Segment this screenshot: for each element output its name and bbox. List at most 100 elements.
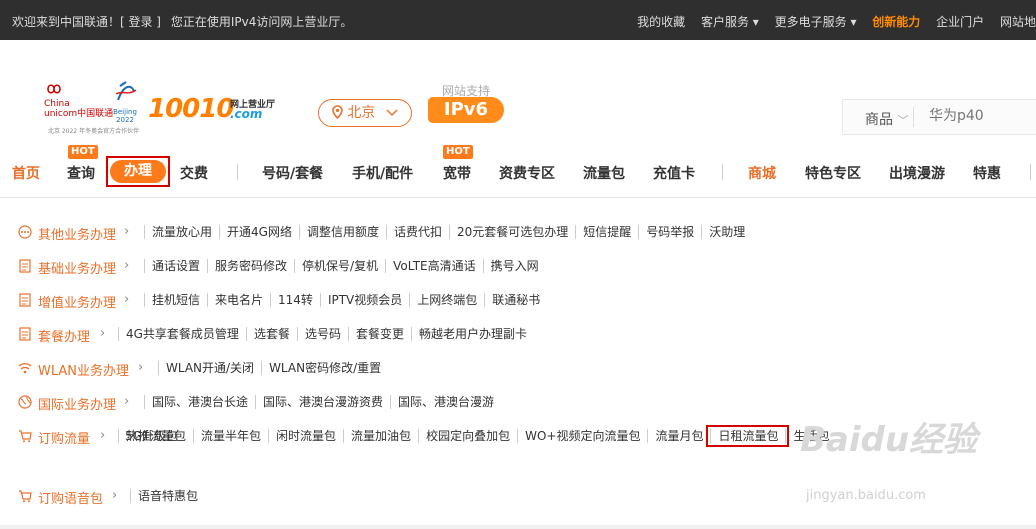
category-label[interactable]: 订购语音包 (38, 488, 103, 507)
category-links: 国际、港澳台长途 国际、港澳台漫游资费 国际、港澳台漫游 (144, 395, 501, 409)
service-link[interactable]: 流量半年包 (193, 429, 268, 443)
search-divider (913, 107, 914, 127)
service-link[interactable]: WO+视频定向流量包 (517, 429, 647, 443)
service-link[interactable]: 上网终端包 (409, 293, 484, 307)
service-link[interactable]: 调整信用额度 (298, 225, 386, 239)
chevron-right-icon: › (124, 224, 130, 239)
winter-olympics-icon (115, 81, 137, 101)
nav-item-mall[interactable]: 商城 (748, 163, 776, 183)
category-label[interactable]: WLAN业务办理 (38, 360, 129, 379)
nav-divider (0, 197, 1036, 198)
cart-icon (19, 430, 32, 443)
city-selector[interactable]: 北京 (318, 99, 412, 127)
service-link[interactable]: 套餐变更 (347, 327, 411, 341)
site-map-link[interactable]: 网站地 (1000, 15, 1036, 29)
top-bar-links: 我的收藏 客户服务 ▾ 更多电子服务 ▾ 创新能力 企业门户 网站地 (625, 13, 1036, 30)
search-input[interactable] (929, 106, 1029, 126)
category-links: WLAN开通/关闭 WLAN密码修改/重置 (158, 361, 388, 375)
category-label[interactable]: 套餐办理 (38, 326, 90, 345)
service-link[interactable]: 挂机短信 (144, 293, 207, 307)
nav-item-query[interactable]: 查询 (67, 163, 95, 183)
baidu-watermark-url: jingyan.baidu.com (806, 488, 926, 503)
service-link[interactable]: 联通秘书 (484, 293, 547, 307)
cart-icon (19, 490, 32, 503)
nav-item-recharge-card[interactable]: 充值卡 (653, 163, 695, 183)
service-link[interactable]: 通话设置 (144, 259, 207, 273)
innovation-link[interactable]: 创新能力 (872, 15, 920, 29)
logo-domain: .com (230, 107, 263, 121)
service-link[interactable]: 号码举报 (638, 225, 701, 239)
nav-item-phone-accessory[interactable]: 手机/配件 (352, 163, 413, 183)
nav-item-broadband[interactable]: 宽带 (443, 163, 471, 183)
category-label[interactable]: 其他业务办理 (38, 224, 116, 243)
service-link[interactable]: 5G升级包 (118, 429, 185, 443)
service-link[interactable]: WLAN密码修改/重置 (261, 361, 388, 375)
service-link[interactable]: VoLTE高清通话 (385, 259, 483, 273)
service-link[interactable]: 国际、港澳台漫游资费 (255, 395, 390, 409)
service-link[interactable]: 选套餐 (245, 327, 297, 341)
service-link[interactable]: 服务密码修改 (207, 259, 294, 273)
chevron-right-icon: › (100, 428, 106, 443)
nav-separator (1030, 164, 1031, 180)
category-links: 挂机短信 来电名片 114转 IPTV视频会员 上网终端包 联通秘书 (144, 293, 547, 307)
service-link[interactable]: 流量月包 (647, 429, 710, 443)
service-link[interactable]: WLAN开通/关闭 (158, 361, 261, 375)
chevron-right-icon: › (100, 326, 106, 341)
service-link[interactable]: 114转 (270, 293, 320, 307)
category-links: 流量放心用 开通4G网络 调整信用额度 话费代扣 20元套餐可选包办理 短信提醒 号码举报沃… (144, 225, 752, 239)
nav-item-deals[interactable]: 特惠 (973, 163, 1001, 183)
service-link[interactable]: 畅越老用户办理副卡 (410, 327, 534, 341)
nav-item-data-pack[interactable]: 流量包 (583, 163, 625, 183)
service-link[interactable]: 校园定向叠加包 (418, 429, 517, 443)
category-links: 4G共享套餐成员管理 选套餐 选号码 套餐变更 畅越老用户办理副卡 (118, 327, 534, 341)
service-link[interactable]: 国际、港澳台长途 (144, 395, 255, 409)
more-dots-icon (18, 225, 32, 239)
service-link[interactable]: 流量加油包 (343, 429, 418, 443)
service-link[interactable]: 20元套餐可选包办理 (448, 225, 575, 239)
service-link[interactable]: 短信提醒 (575, 225, 638, 239)
service-link[interactable]: 来电名片 (207, 293, 270, 307)
enterprise-portal-link[interactable]: 企业门户 (936, 15, 984, 29)
category-links-second-line: 5G升级包 (118, 429, 185, 443)
category-label[interactable]: 增值业务办理 (38, 292, 116, 311)
service-link[interactable]: 停机保号/复机 (294, 259, 385, 273)
service-link[interactable]: 语音特惠包 (130, 489, 205, 503)
baidu-watermark: Baidu经验 (800, 420, 978, 460)
service-link[interactable]: 闲时流量包 (268, 429, 343, 443)
service-link[interactable]: 携号入网 (482, 259, 546, 273)
nav-separator (237, 164, 238, 180)
service-link[interactable]: IPTV视频会员 (319, 293, 409, 307)
service-link[interactable]: 开通4G网络 (219, 225, 299, 239)
service-link[interactable]: 选号码 (296, 327, 348, 341)
service-link[interactable]: 沃助理 (701, 225, 752, 239)
nav-item-special-zone[interactable]: 特色专区 (805, 163, 861, 183)
service-link[interactable]: 国际、港澳台漫游 (390, 395, 501, 409)
ipv6-badge: IPv6 (428, 97, 504, 123)
favorites-link[interactable]: 我的收藏 (637, 15, 685, 29)
nav-item-number-plan[interactable]: 号码/套餐 (262, 163, 323, 183)
more-services-menu[interactable]: 更多电子服务 ▾ (775, 15, 857, 29)
chevron-down-icon (386, 109, 398, 117)
chevron-right-icon: › (112, 488, 118, 503)
category-label[interactable]: 订购流量 (38, 428, 90, 447)
service-link[interactable]: 话费代扣 (385, 225, 449, 239)
nav-item-tariff-zone[interactable]: 资费专区 (499, 163, 555, 183)
nav-item-home[interactable]: 首页 (12, 163, 40, 183)
nav-item-roaming[interactable]: 出境漫游 (889, 163, 945, 183)
service-link[interactable]: 流量放心用 (144, 225, 219, 239)
top-bar-left: 欢迎来到中国联通！[ 登录 ] 您正在使用IPv4访问网上营业厅。 (12, 13, 358, 30)
category-label[interactable]: 国际业务办理 (38, 394, 116, 413)
hot-badge: HOT (443, 145, 473, 159)
customer-service-menu[interactable]: 客户服务 ▾ (701, 15, 759, 29)
category-label[interactable]: 基础业务办理 (38, 258, 116, 277)
service-link[interactable]: 4G共享套餐成员管理 (118, 327, 246, 341)
service-link-daily-data[interactable]: 日租流量包 (706, 425, 790, 447)
nav-item-pay[interactable]: 交费 (180, 163, 208, 183)
chevron-down-icon: ﹀ (897, 114, 909, 127)
site-logo[interactable]: China unicom中国联通 Beijing 2022 10010 网上营业… (44, 80, 284, 136)
main-nav: 首页 HOT 查询 办理 交费 号码/套餐 手机/配件 HOT 宽带 资费专区 … (0, 145, 1036, 189)
welcome-login-link[interactable]: 欢迎来到中国联通！[ 登录 ] (12, 15, 161, 29)
search-category-label: 商品 (865, 112, 893, 128)
search-category-select[interactable]: 商品 ﹀ (865, 109, 908, 129)
unicom-logo: China unicom中国联通 (44, 82, 113, 119)
